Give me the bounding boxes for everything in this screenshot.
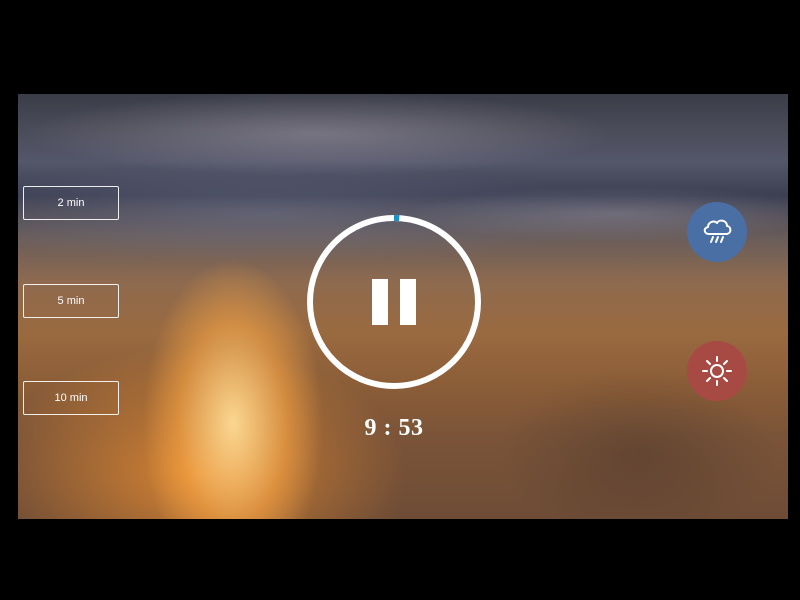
duration-button-label: 5 min	[57, 295, 85, 307]
background-scene: 2 min 5 min 10 min 9 : 53	[18, 94, 788, 519]
sun-sound-button[interactable]	[687, 341, 747, 401]
duration-button-10-min[interactable]: 10 min	[23, 381, 119, 415]
pause-icon	[372, 279, 388, 325]
duration-button-5-min[interactable]: 5 min	[23, 284, 119, 318]
pause-icon-bar	[400, 279, 416, 325]
pause-button[interactable]	[338, 246, 450, 358]
countdown-timer: 9 : 53	[364, 415, 424, 441]
progress-ring	[303, 211, 485, 393]
rain-sound-button[interactable]	[687, 202, 747, 262]
duration-button-label: 2 min	[57, 197, 85, 209]
duration-button-2-min[interactable]: 2 min	[23, 186, 119, 220]
duration-button-label: 10 min	[54, 392, 88, 404]
rain-cloud-icon	[703, 219, 732, 243]
sun-icon	[702, 356, 732, 386]
